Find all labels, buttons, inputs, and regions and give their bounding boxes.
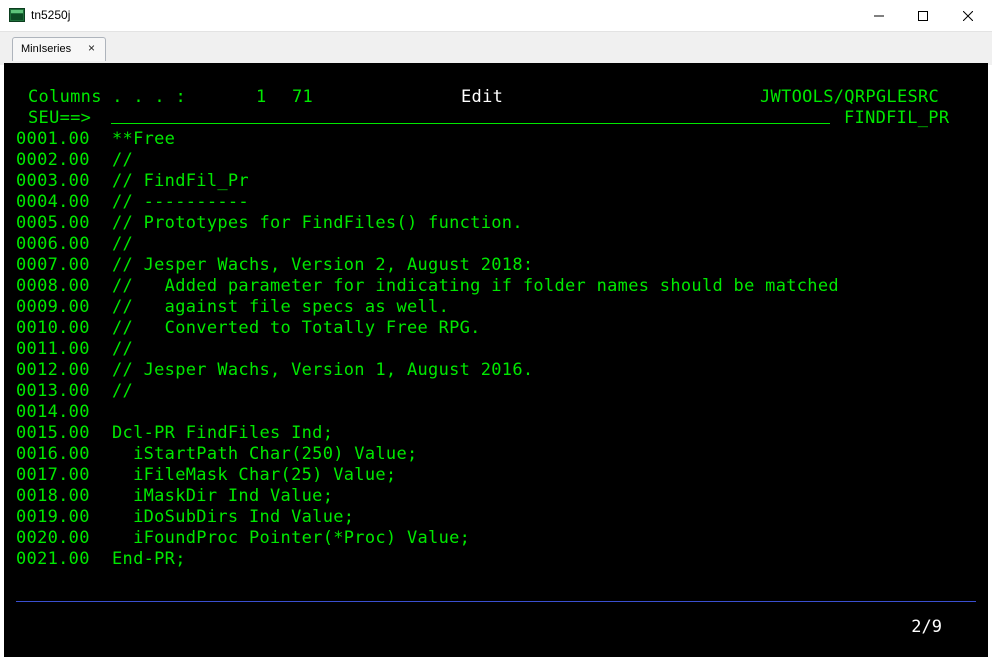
sequence-number: 0012.00 [16,360,90,380]
seu-prompt: SEU==> [28,108,92,128]
sequence-number: 0010.00 [16,318,90,338]
maximize-icon [918,10,928,21]
source-line[interactable]: 0008.00 // Added parameter for indicating… [16,276,839,297]
source-line[interactable]: 0013.00 // [16,381,133,402]
source-line[interactable]: 0004.00 // ---------- [16,192,249,213]
source-text[interactable]: // [112,150,133,171]
source-text[interactable]: // FindFil_Pr [112,171,249,192]
source-text[interactable]: End-PR; [112,549,186,570]
source-text[interactable]: // Prototypes for FindFiles() function. [112,213,523,234]
source-line[interactable]: 0002.00 // [16,150,133,171]
sequence-number: 0009.00 [16,297,90,317]
source-line[interactable]: 0010.00 // Converted to Totally Free RPG. [16,318,480,339]
terminal-screen[interactable]: Columns . . . : 1 71 Edit JWTOOLS/QRPGLE… [4,63,988,657]
source-line[interactable]: 0017.00 iFileMask Char(25) Value; [16,465,396,486]
columns-label: Columns . . . : [28,87,187,107]
source-text[interactable]: // Converted to Totally Free RPG. [112,318,481,339]
sequence-number: 0020.00 [16,528,90,548]
source-line[interactable]: 0015.00 Dcl-PR FindFiles Ind; [16,423,333,444]
sequence-number: 0019.00 [16,507,90,527]
command-input[interactable] [111,123,830,124]
source-line[interactable]: 0007.00 // Jesper Wachs, Version 2, Augus… [16,255,533,276]
sequence-number: 0004.00 [16,192,90,212]
tab-close-icon[interactable]: × [88,41,95,55]
sequence-number: 0001.00 [16,129,90,149]
minimize-button[interactable] [856,0,902,31]
source-text[interactable]: **Free [112,129,175,150]
sequence-number: 0021.00 [16,549,90,569]
source-text[interactable]: // [112,381,133,402]
sequence-number: 0016.00 [16,444,90,464]
source-line[interactable]: 0021.00 End-PR; [16,549,185,570]
source-line[interactable]: 0011.00 // [16,339,133,360]
source-text[interactable]: Dcl-PR FindFiles Ind; [112,423,333,444]
close-icon [963,10,973,21]
sequence-number: 0011.00 [16,339,90,359]
source-line[interactable]: 0014.00 [16,402,90,423]
source-line[interactable]: 0016.00 iStartPath Char(250) Value; [16,444,417,465]
sequence-number: 0008.00 [16,276,90,296]
window-titlebar: tn5250j [0,0,992,31]
source-text[interactable]: iStartPath Char(250) Value; [112,444,418,465]
source-line[interactable]: 0019.00 iDoSubDirs Ind Value; [16,507,354,528]
maximize-button[interactable] [900,0,946,31]
sequence-number: 0014.00 [16,402,90,422]
source-line[interactable]: 0005.00 // Prototypes for FindFiles() fun… [16,213,523,234]
source-line[interactable]: 0020.00 iFoundProc Pointer(*Proc) Value; [16,528,470,549]
source-text[interactable]: iMaskDir Ind Value; [112,486,333,507]
status-separator [16,601,976,602]
sequence-number: 0017.00 [16,465,90,485]
columns-to: 71 [292,87,314,107]
source-line[interactable]: 0006.00 // [16,234,133,255]
window-title: tn5250j [31,8,71,22]
source-text[interactable]: // against file specs as well. [112,297,449,318]
columns-from: 1 [256,87,267,107]
sequence-number: 0015.00 [16,423,90,443]
session-tabstrip: MinIseries × [0,31,992,65]
source-text[interactable]: // Added parameter for indicating if fol… [112,276,839,297]
status-position: 2/9 [911,617,942,637]
minimize-icon [874,15,884,16]
sequence-number: 0018.00 [16,486,90,506]
source-text[interactable]: // Jesper Wachs, Version 2, August 2018: [112,255,533,276]
source-text[interactable]: iFileMask Char(25) Value; [112,465,396,486]
sequence-number: 0005.00 [16,213,90,233]
sequence-number: 0002.00 [16,150,90,170]
source-text[interactable]: // [112,234,133,255]
source-text[interactable]: // [112,339,133,360]
source-line[interactable]: 0003.00 // FindFil_Pr [16,171,249,192]
source-text[interactable]: iDoSubDirs Ind Value; [112,507,354,528]
sequence-number: 0013.00 [16,381,90,401]
mode-label: Edit [461,87,504,107]
tab-miniseries[interactable]: MinIseries × [12,37,106,61]
library-file: JWTOOLS/QRPGLESRC [760,87,940,107]
source-text[interactable]: iFoundProc Pointer(*Proc) Value; [112,528,470,549]
app-icon [9,8,25,22]
source-line[interactable]: 0001.00 **Free [16,129,175,150]
source-line[interactable]: 0009.00 // against file specs as well. [16,297,449,318]
sequence-number: 0003.00 [16,171,90,191]
close-button[interactable] [945,0,991,31]
tab-label: MinIseries [21,43,72,55]
source-text[interactable]: // ---------- [112,192,249,213]
source-line[interactable]: 0012.00 // Jesper Wachs, Version 1, Augus… [16,360,533,381]
sequence-number: 0006.00 [16,234,90,254]
source-line[interactable]: 0018.00 iMaskDir Ind Value; [16,486,333,507]
member-name: FINDFIL_PR [844,108,950,128]
source-text[interactable]: // Jesper Wachs, Version 1, August 2016. [112,360,533,381]
sequence-number: 0007.00 [16,255,90,275]
